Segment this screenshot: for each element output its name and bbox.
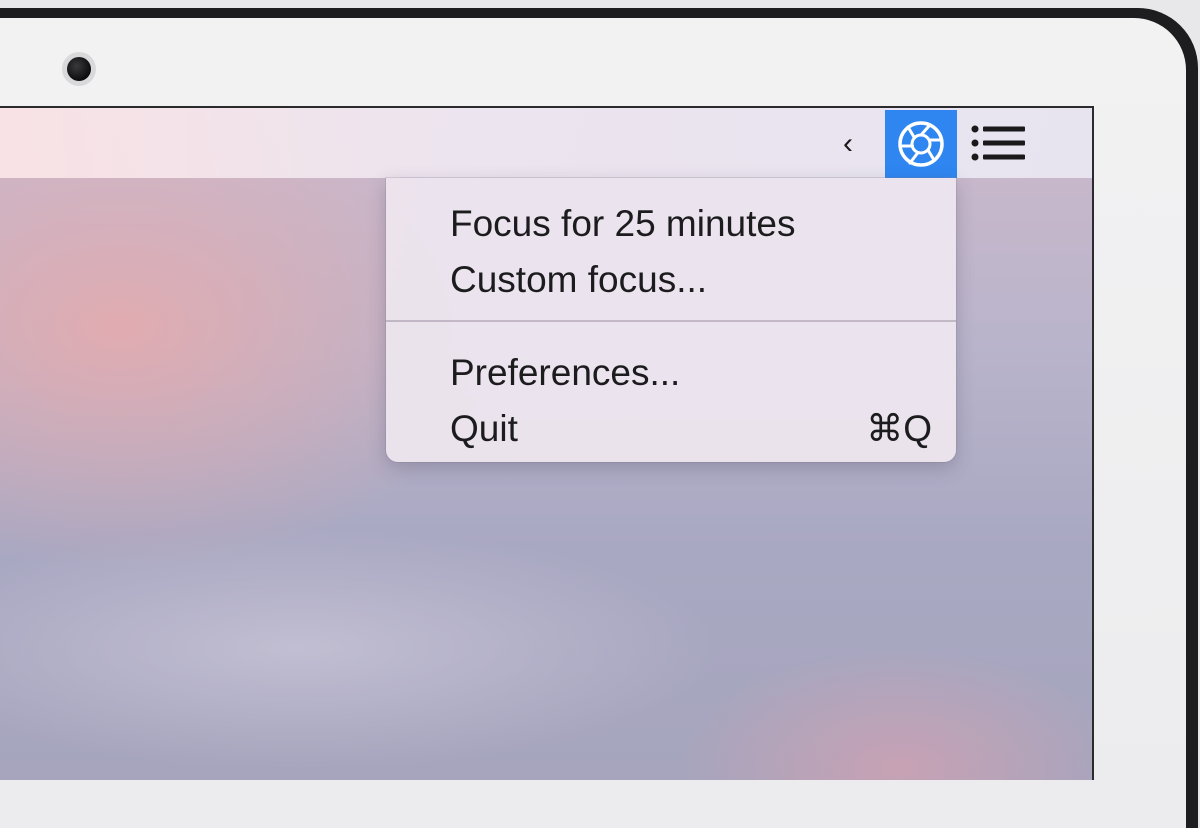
menu-separator bbox=[386, 320, 956, 322]
menu-bar: ‹ bbox=[0, 108, 1092, 178]
app-dropdown-menu: Focus for 25 minutes Custom focus... Pre… bbox=[386, 178, 956, 462]
screen: ‹ Focus for 25 minutes Custom focus... P… bbox=[0, 108, 1092, 780]
focus-shutter-icon bbox=[898, 121, 944, 167]
focus-app-menu-button[interactable] bbox=[885, 110, 957, 178]
camera bbox=[62, 52, 96, 86]
camera-lens bbox=[67, 57, 91, 81]
chevron-left-icon[interactable]: ‹ bbox=[832, 124, 864, 164]
menu-item-label: Quit bbox=[450, 408, 518, 449]
quit-shortcut: ⌘Q bbox=[866, 408, 932, 449]
menu-item-label: Custom focus... bbox=[450, 259, 708, 300]
list-icon[interactable] bbox=[966, 122, 1028, 164]
menu-item-preferences[interactable]: Preferences... bbox=[386, 345, 956, 401]
menu-item-focus-25[interactable]: Focus for 25 minutes bbox=[386, 196, 956, 252]
menu-item-label: Focus for 25 minutes bbox=[450, 203, 796, 244]
menu-item-label: Preferences... bbox=[450, 352, 681, 393]
menu-item-quit[interactable]: Quit ⌘Q bbox=[386, 401, 956, 457]
menu-item-custom-focus[interactable]: Custom focus... bbox=[386, 252, 956, 308]
